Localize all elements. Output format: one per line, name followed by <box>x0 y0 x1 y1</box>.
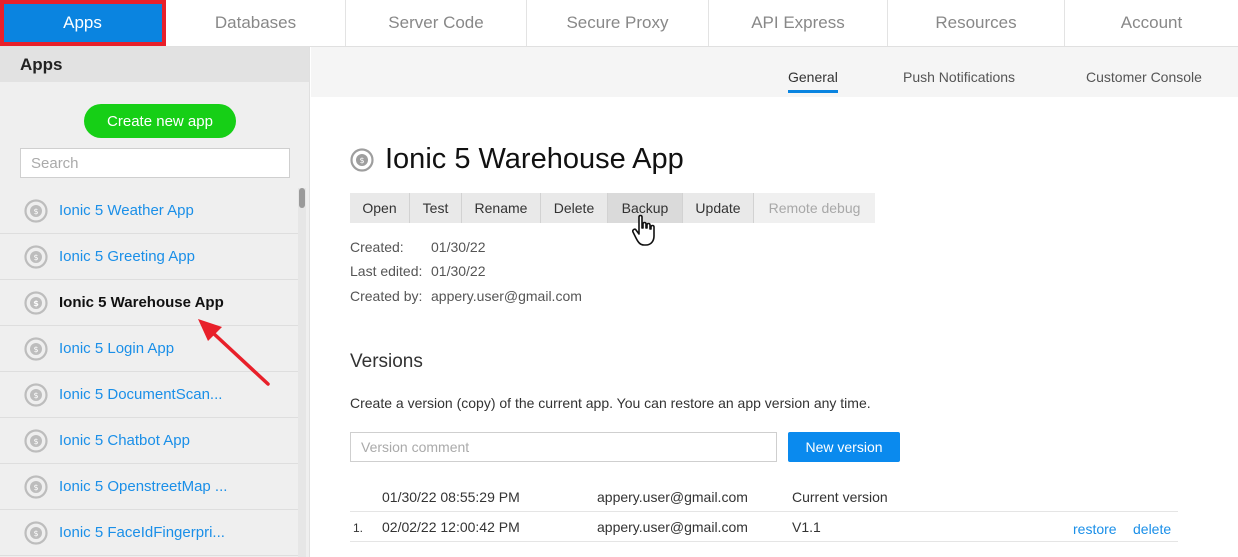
ionic-app-icon: $ <box>24 336 48 361</box>
app-toolbar: Open Test Rename Delete Backup Update Re… <box>350 193 875 223</box>
app-list-item-label: Ionic 5 OpenstreetMap ... <box>59 478 228 495</box>
edited-label: Last edited: <box>350 263 423 279</box>
app-list-item-label: Ionic 5 Chatbot App <box>59 432 190 449</box>
ionic-app-icon: $ <box>350 147 374 172</box>
nav-tab-resources[interactable]: Resources <box>888 0 1065 46</box>
row-version: V1.1 <box>792 519 821 535</box>
tab-push-notifications[interactable]: Push Notifications <box>903 69 1015 91</box>
app-list-item[interactable]: $ Ionic 5 Chatbot App <box>0 418 298 464</box>
ionic-app-icon: $ <box>24 520 48 545</box>
rename-button[interactable]: Rename <box>462 193 541 223</box>
delete-version-link[interactable]: delete <box>1133 521 1171 537</box>
hand-cursor-icon <box>632 214 655 246</box>
edited-value: 01/30/22 <box>431 263 486 279</box>
app-list-item[interactable]: $ Ionic 5 DocumentScan... <box>0 372 298 418</box>
app-list-item-label: Ionic 5 Greeting App <box>59 248 195 265</box>
nav-tab-databases[interactable]: Databases <box>166 0 346 46</box>
nav-tab-secure-proxy[interactable]: Secure Proxy <box>527 0 709 46</box>
row-user: appery.user@gmail.com <box>597 519 748 535</box>
svg-text:$: $ <box>33 345 38 354</box>
page-title: Ionic 5 Warehouse App <box>385 143 684 175</box>
ionic-app-icon: $ <box>24 382 48 407</box>
remote-debug-button[interactable]: Remote debug <box>754 193 875 223</box>
version-comment-input[interactable] <box>350 432 777 462</box>
scrollbar-thumb[interactable] <box>299 188 305 208</box>
svg-text:$: $ <box>33 391 38 400</box>
created-by-value: appery.user@gmail.com <box>431 288 582 304</box>
apps-sidebar: Apps Create new app $ Ionic 5 Weather Ap… <box>0 47 310 557</box>
nav-tab-api-express[interactable]: API Express <box>709 0 888 46</box>
ionic-app-icon: $ <box>24 428 48 453</box>
table-row: 1. 02/02/22 12:00:42 PM appery.user@gmai… <box>350 512 1178 542</box>
nav-tab-account[interactable]: Account <box>1065 0 1238 46</box>
app-header: $ Ionic 5 Warehouse App <box>350 143 684 176</box>
created-by-row: Created by: appery.user@gmail.com <box>350 288 582 304</box>
svg-text:$: $ <box>33 253 38 262</box>
restore-link[interactable]: restore <box>1073 521 1117 537</box>
versions-table: 01/30/22 08:55:29 PM appery.user@gmail.c… <box>350 482 1178 542</box>
edited-row: Last edited: 01/30/22 <box>350 263 486 279</box>
ionic-app-icon: $ <box>24 198 48 223</box>
app-list: $ Ionic 5 Weather App $ Ionic 5 Greeting… <box>0 188 298 556</box>
table-row: 01/30/22 08:55:29 PM appery.user@gmail.c… <box>350 482 1178 512</box>
row-date: 01/30/22 08:55:29 PM <box>382 489 520 505</box>
versions-title: Versions <box>350 351 423 372</box>
new-version-button[interactable]: New version <box>788 432 900 462</box>
app-list-item[interactable]: $ Ionic 5 OpenstreetMap ... <box>0 464 298 510</box>
created-row: Created: 01/30/22 <box>350 239 486 255</box>
created-label: Created: <box>350 239 404 255</box>
open-button[interactable]: Open <box>350 193 410 223</box>
app-list-item[interactable]: $ Ionic 5 Greeting App <box>0 234 298 280</box>
app-list-item[interactable]: $ Ionic 5 Login App <box>0 326 298 372</box>
nav-tab-apps[interactable]: Apps <box>0 0 166 46</box>
app-list-item-label: Ionic 5 Warehouse App <box>59 294 224 311</box>
svg-text:$: $ <box>359 156 364 165</box>
top-nav: Apps Databases Server Code Secure Proxy … <box>0 0 1238 47</box>
ionic-app-icon: $ <box>24 474 48 499</box>
update-button[interactable]: Update <box>683 193 754 223</box>
delete-button[interactable]: Delete <box>541 193 608 223</box>
row-number: 1. <box>353 521 364 535</box>
ionic-app-icon: $ <box>24 290 48 315</box>
tab-customer-console[interactable]: Customer Console <box>1086 69 1202 91</box>
row-user: appery.user@gmail.com <box>597 489 748 505</box>
app-list-item-label: Ionic 5 Weather App <box>59 202 194 219</box>
sidebar-title: Apps <box>0 47 309 82</box>
svg-text:$: $ <box>33 529 38 538</box>
created-value: 01/30/22 <box>431 239 486 255</box>
search-input[interactable] <box>20 148 290 178</box>
app-list-item-label: Ionic 5 DocumentScan... <box>59 386 223 403</box>
app-list-item-selected[interactable]: $ Ionic 5 Warehouse App <box>0 280 298 326</box>
app-list-item-label: Ionic 5 Login App <box>59 340 175 357</box>
svg-text:$: $ <box>33 483 38 492</box>
svg-text:$: $ <box>33 437 38 446</box>
test-button[interactable]: Test <box>410 193 462 223</box>
nav-tab-server-code[interactable]: Server Code <box>346 0 527 46</box>
svg-text:$: $ <box>33 299 39 308</box>
row-date: 02/02/22 12:00:42 PM <box>382 519 520 535</box>
tab-general[interactable]: General <box>788 69 838 93</box>
app-list-item-label: Ionic 5 FaceIdFingerpri... <box>59 524 225 541</box>
ionic-app-icon: $ <box>24 244 48 269</box>
created-by-label: Created by: <box>350 288 423 304</box>
svg-text:$: $ <box>33 207 38 216</box>
app-list-item[interactable]: $ Ionic 5 Weather App <box>0 188 298 234</box>
sidebar-scrollbar[interactable] <box>298 188 306 557</box>
sub-tabs: General Push Notifications Customer Cons… <box>311 47 1238 97</box>
versions-description: Create a version (copy) of the current a… <box>350 395 871 411</box>
app-list-item[interactable]: $ Ionic 5 FaceIdFingerpri... <box>0 510 298 556</box>
row-version: Current version <box>792 489 888 505</box>
create-new-app-button[interactable]: Create new app <box>84 104 236 138</box>
